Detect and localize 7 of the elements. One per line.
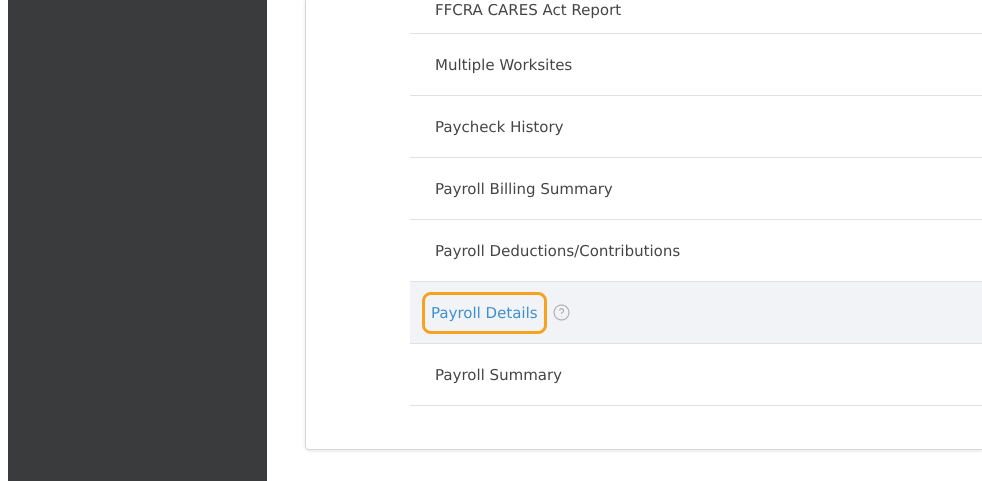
help-icon[interactable] xyxy=(552,304,570,321)
report-link[interactable]: Payroll Billing Summary xyxy=(432,176,616,200)
report-link[interactable]: Paycheck History xyxy=(432,114,566,138)
report-link[interactable]: Multiple Worksites xyxy=(432,52,576,76)
report-link[interactable]: FFCRA CARES Act Report xyxy=(432,0,624,22)
report-link[interactable]: Payroll Summary xyxy=(432,362,566,386)
report-link[interactable]: Payroll Deductions/Contributions xyxy=(432,238,684,262)
